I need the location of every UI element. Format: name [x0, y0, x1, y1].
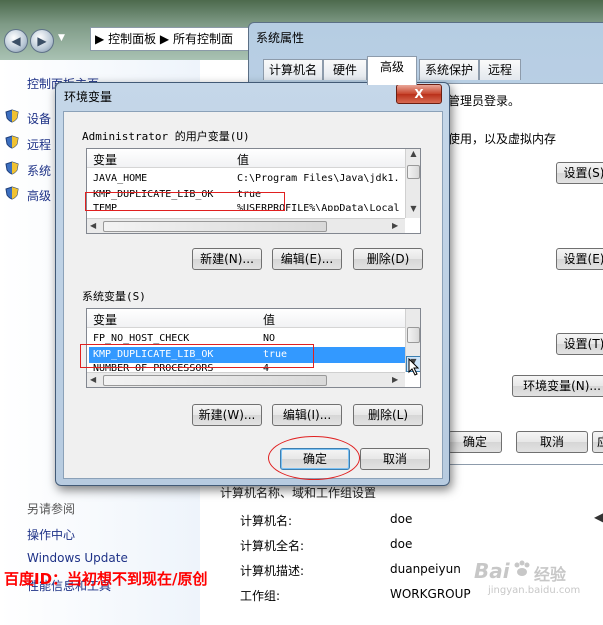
system-properties-cancel-button[interactable]: 取消 [516, 431, 588, 453]
tab-remote[interactable]: 远程 [479, 59, 521, 80]
scroll-arrow-icon[interactable]: ◀ [594, 510, 603, 524]
variable-value: C:\Program Files\Java\jdk1. [237, 173, 400, 184]
section-title: 计算机名称、域和工作组设置 [220, 486, 377, 500]
scrollbar-thumb[interactable] [407, 327, 420, 343]
shield-icon [5, 135, 19, 152]
system-variables-label: 系统变量(S) [82, 290, 146, 303]
variable-name: JAVA_HOME [93, 173, 148, 184]
breadcrumb-separator-icon: ▶ [159, 32, 173, 46]
baidu-url-text: jingyan.baidu.com [488, 585, 581, 596]
system-delete-button[interactable]: 删除(L) [353, 404, 423, 426]
info-value: doe [390, 512, 413, 526]
scrollbar-thumb[interactable] [103, 375, 327, 386]
baidu-logo-text: Bai [474, 559, 510, 583]
computer-info-panel: 计算机名称、域和工作组设置 计算机名: doe 计算机全名: doe 计算机描述… [200, 470, 603, 625]
list-header: 变量 值 [87, 309, 405, 328]
user-delete-button[interactable]: 删除(D) [353, 248, 423, 270]
system-new-button[interactable]: 新建(W)... [192, 404, 262, 426]
scroll-right-icon[interactable]: ▶ [392, 375, 398, 384]
environment-variables-button[interactable]: 环境变量(N)... [512, 375, 603, 397]
dialog-body: Administrator 的用户变量(U) 变量 值 JAVA_HOME C:… [63, 111, 443, 480]
info-label: 计算机全名: [240, 539, 305, 553]
info-value: WORKGROUP [390, 587, 471, 601]
user-new-button[interactable]: 新建(N)... [192, 248, 262, 270]
tab-hardware[interactable]: 硬件 [323, 59, 367, 80]
sidebar-link-advanced[interactable]: 高级 [27, 187, 51, 204]
highlight-box [80, 344, 314, 368]
startup-settings-button[interactable]: 设置(T) [556, 333, 603, 355]
see-also-action-center[interactable]: 操作中心 [27, 526, 75, 543]
nav-dropdown-icon[interactable]: ▼ [58, 33, 65, 43]
breadcrumb-item[interactable]: 所有控制面 [173, 32, 233, 46]
tab-advanced[interactable]: 高级 [367, 56, 417, 85]
list-item[interactable]: JAVA_HOME C:\Program Files\Java\jdk1. [93, 171, 403, 187]
paw-icon [512, 559, 532, 579]
system-edit-button[interactable]: 编辑(I)... [272, 404, 342, 426]
column-header-value[interactable]: 值 [237, 151, 249, 168]
list-header: 变量 值 [87, 149, 405, 168]
scrollbar-thumb[interactable] [407, 165, 420, 179]
scroll-down-icon[interactable]: ▼ [406, 204, 420, 218]
see-also-heading: 另请参阅 [27, 502, 76, 516]
back-icon[interactable]: ◀ [4, 29, 28, 53]
see-also-windows-update[interactable]: Windows Update [27, 551, 128, 565]
forward-icon[interactable]: ▶ [30, 29, 54, 53]
breadcrumb-item[interactable]: 控制面板 [108, 32, 156, 46]
highlight-oval [268, 436, 360, 480]
system-properties-ok-button[interactable]: 确定 [448, 431, 502, 453]
scroll-up-icon[interactable]: ▲ [406, 149, 420, 163]
shield-icon [5, 161, 19, 178]
folder-icon: ▶ [95, 32, 105, 46]
info-label: 工作组: [240, 589, 281, 603]
user-edit-button[interactable]: 编辑(E)... [272, 248, 342, 270]
sidebar-link-system[interactable]: 系统 [27, 162, 51, 179]
scroll-left-icon[interactable]: ◀ [90, 375, 96, 384]
column-header-value[interactable]: 值 [263, 311, 275, 328]
sidebar-link-remote[interactable]: 远程 [27, 136, 51, 153]
info-label: 计算机名: [240, 514, 293, 528]
dialog-title: 环境变量 [64, 90, 113, 104]
scroll-right-icon[interactable]: ▶ [392, 221, 398, 230]
info-value: duanpeiyun [390, 562, 461, 576]
system-properties-apply-button[interactable]: 应 [592, 431, 603, 453]
horizontal-scrollbar[interactable]: ◀ ▶ [87, 218, 405, 233]
info-label: 计算机描述: [240, 564, 305, 578]
info-value: doe [390, 537, 413, 551]
user-variables-label: Administrator 的用户变量(U) [82, 130, 250, 143]
shield-icon [5, 109, 19, 126]
column-header-variable[interactable]: 变量 [93, 151, 117, 168]
tab-computer-name[interactable]: 计算机名 [263, 59, 323, 80]
horizontal-scrollbar[interactable]: ◀ ▶ [87, 372, 405, 387]
mouse-cursor-icon [408, 357, 420, 380]
window-title: 系统属性 [256, 31, 305, 45]
baidu-logo: Bai 经验 jingyan.baidu.com [474, 555, 598, 599]
performance-description: 使用，以及虚拟内存 [448, 132, 557, 146]
performance-settings-button[interactable]: 设置(S) [556, 162, 603, 184]
user-profile-settings-button[interactable]: 设置(E) [556, 248, 603, 270]
shield-icon [5, 186, 19, 203]
highlight-box [85, 192, 285, 211]
env-cancel-button[interactable]: 取消 [360, 448, 430, 470]
scroll-left-icon[interactable]: ◀ [90, 221, 96, 230]
baidu-jingyan-text: 经验 [534, 565, 567, 584]
close-icon[interactable]: X [396, 84, 442, 104]
admin-note-text: 管理员登录。 [448, 94, 521, 108]
address-bar[interactable]: ▶ 控制面板 ▶ 所有控制面 [90, 27, 252, 51]
vertical-scrollbar[interactable]: ▲ ▼ [405, 149, 420, 218]
user-variables-list[interactable]: 变量 值 JAVA_HOME C:\Program Files\Java\jdk… [86, 148, 421, 234]
column-header-variable[interactable]: 变量 [93, 311, 117, 328]
environment-variables-dialog: 环境变量 X Administrator 的用户变量(U) 变量 值 JAVA_… [55, 82, 450, 486]
sidebar-link-device[interactable]: 设备 [27, 110, 51, 127]
tab-system-protection[interactable]: 系统保护 [419, 59, 479, 80]
scrollbar-thumb[interactable] [103, 221, 327, 232]
author-watermark: 百度ID：当初想不到现在/原创 [4, 570, 208, 588]
